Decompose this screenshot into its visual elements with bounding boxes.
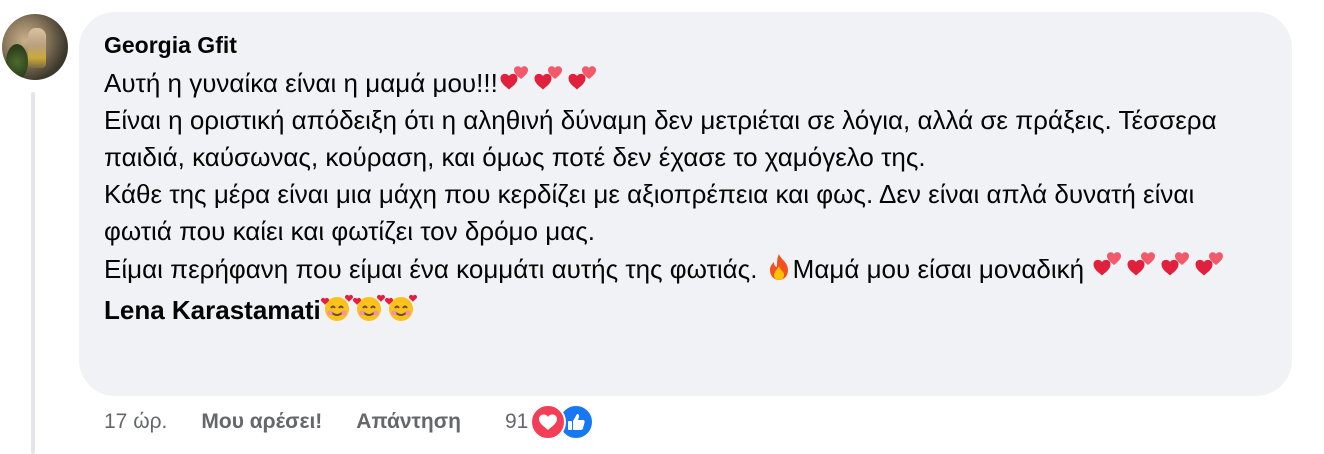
comment-bubble: Georgia Gfit Αυτή η γυναίκα είναι η μαμά… [79, 12, 1292, 396]
comment-text: Αυτή η γυναίκα είναι η μαμά μου!!! Είναι… [104, 64, 1268, 333]
comment-line-4-text: Είμαι περήφανη που είμαι ένα κομμάτι αυτ… [104, 254, 765, 284]
thread-line [31, 92, 35, 454]
comment-line-1: Αυτή η γυναίκα είναι η μαμά μου!!! [104, 64, 1268, 102]
two-hearts-icon [1193, 250, 1227, 280]
two-hearts-icon [1091, 250, 1125, 280]
mention-link[interactable]: Lena Karastamati [104, 295, 321, 325]
comment-line-3: Κάθε της μέρα είναι μια μάχη που κερδίζε… [104, 179, 1195, 246]
two-hearts-icon [1159, 250, 1193, 280]
smiling-face-with-hearts-icon [352, 293, 385, 333]
two-hearts-icon [532, 64, 566, 94]
reply-button[interactable]: Απάντηση [356, 410, 461, 434]
avatar-plant [6, 44, 28, 80]
love-reaction-icon [530, 404, 567, 440]
two-hearts-icon [566, 64, 600, 94]
avatar[interactable] [2, 14, 68, 80]
like-button[interactable]: Μου αρέσει! [201, 410, 322, 434]
comment-author[interactable]: Georgia Gfit [104, 30, 1268, 60]
comment-line-2: Είναι η οριστική απόδειξη ότι η αληθινή … [104, 105, 1217, 172]
fire-icon [765, 252, 793, 292]
smiling-face-with-hearts-icon [384, 293, 417, 333]
comment-line-1-text: Αυτή η γυναίκα είναι η μαμά μου!!! [104, 68, 498, 98]
two-hearts-icon [498, 64, 532, 94]
comment-line-4: Είμαι περήφανη που είμαι ένα κομμάτι αυτ… [104, 250, 1268, 333]
reactions-summary[interactable]: 91 [504, 404, 595, 440]
two-hearts-icon [1125, 250, 1159, 280]
comment-timestamp[interactable]: 17 ώρ. [104, 410, 167, 434]
reaction-count: 91 [504, 410, 529, 433]
smiling-face-with-hearts-icon [320, 293, 353, 333]
comment-line-5-text: Μαμά μου είσαι μοναδική [792, 254, 1092, 284]
comment-actions: 17 ώρ. Μου αρέσει! Απάντηση 91 [104, 402, 595, 442]
avatar-figure [28, 28, 46, 68]
